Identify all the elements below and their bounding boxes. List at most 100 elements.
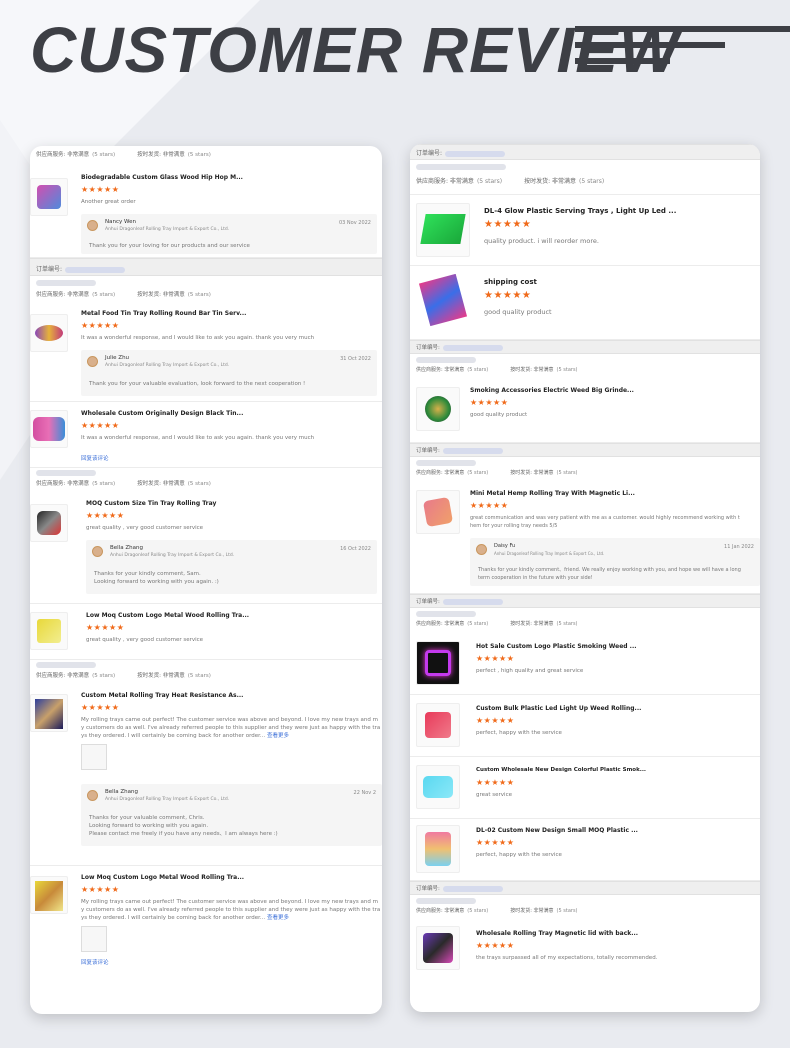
review-comment: It was a wonderful response, and I would…	[81, 435, 315, 441]
product-name[interactable]: Smoking Accessories Electric Weed Big Gr…	[470, 387, 634, 394]
product-thumbnail[interactable]	[416, 825, 460, 873]
rating-stars: ★★★★★	[484, 290, 532, 301]
product-name[interactable]: Low Moq Custom Logo Metal Wood Rolling T…	[81, 874, 244, 881]
see-more-link[interactable]: 查看更多	[267, 733, 289, 739]
service-row: 供应商服务: 非常满意 (5 stars) 按时发货: 非常满意 (5 stars)	[416, 621, 578, 627]
reply-text: Thanks for your kindly comment, Sam.	[94, 571, 201, 577]
product-name[interactable]: Wholesale Custom Originally Design Black…	[81, 410, 243, 417]
reply-text: Thank you for your valuable evaluation, …	[89, 381, 306, 387]
review-item[interactable]: Low Moq Custom Logo Metal Wood Rolling T…	[30, 604, 382, 660]
review-item[interactable]: DL-02 Custom New Design Small MOQ Plasti…	[410, 819, 760, 881]
product-name[interactable]: DL-02 Custom New Design Small MOQ Plasti…	[476, 827, 638, 834]
title-decoration	[575, 26, 790, 66]
rating-stars: ★★★★★	[81, 885, 120, 894]
review-item[interactable]: Low Moq Custom Logo Metal Wood Rolling T…	[30, 866, 382, 986]
reply-date: 11 Jan 2022	[724, 544, 754, 550]
review-item[interactable]: Metal Food Tin Tray Rolling Round Bar Ti…	[30, 302, 382, 402]
product-thumbnail[interactable]	[416, 490, 460, 534]
rating-stars: ★★★★★	[476, 941, 515, 950]
review-comment: good quality product	[470, 412, 528, 418]
reply-author: Nancy Wen	[105, 219, 136, 225]
product-name[interactable]: Custom Wholesale New Design Colorful Pla…	[476, 767, 646, 773]
service-row: 供应商服务: 非常满意 (5 stars) 按时发货: 非常满意 (5 stars)	[416, 908, 578, 914]
rating-stars: ★★★★★	[86, 511, 125, 520]
avatar	[476, 544, 487, 555]
review-item[interactable]: Smoking Accessories Electric Weed Big Gr…	[410, 379, 760, 443]
product-thumbnail[interactable]	[30, 504, 68, 542]
avatar	[87, 356, 98, 367]
rating-stars: ★★★★★	[81, 185, 120, 194]
product-thumbnail[interactable]	[30, 876, 68, 914]
reply-company: Anhui Dragonleaf Rolling Tray Import & E…	[105, 797, 230, 802]
product-name[interactable]: MOQ Custom Size Tin Tray Rolling Tray	[86, 500, 216, 507]
reply-company: Anhui Dragonleaf Rolling Tray Import & E…	[105, 363, 230, 368]
product-name[interactable]: Hot Sale Custom Logo Plastic Smoking Wee…	[476, 643, 637, 650]
rating-stars: ★★★★★	[470, 398, 509, 407]
product-thumbnail[interactable]	[416, 641, 460, 685]
product-thumbnail[interactable]	[30, 694, 68, 732]
review-comment: It was a wonderful response, and I would…	[81, 335, 315, 341]
product-thumbnail[interactable]	[30, 612, 68, 650]
product-name[interactable]: Custom Bulk Plastic Led Light Up Weed Ro…	[476, 705, 641, 712]
product-name[interactable]: Custom Metal Rolling Tray Heat Resistanc…	[81, 692, 243, 699]
product-name[interactable]: Biodegradable Custom Glass Wood Hip Hop …	[81, 174, 243, 181]
review-photo[interactable]	[81, 926, 107, 952]
review-comment: My rolling trays came out perfect! The c…	[81, 899, 378, 905]
right-review-panel[interactable]: 订单编号: 供应商服务: 非常满意 (5 stars) 按时发货: 非常满意 (5 s…	[410, 144, 760, 1012]
rating-stars: ★★★★★	[81, 703, 120, 712]
product-thumbnail[interactable]	[416, 203, 470, 257]
review-comment: perfect , high quality and great service	[476, 668, 584, 674]
order-header: 订单编号:	[410, 594, 760, 608]
review-item[interactable]: shipping cost ★★★★★ good quality product	[410, 266, 760, 340]
review-item[interactable]: Wholesale Rolling Tray Magnetic lid with…	[410, 920, 760, 980]
review-item[interactable]: Mini Metal Hemp Rolling Tray With Magnet…	[410, 482, 760, 594]
product-thumbnail[interactable]	[416, 387, 460, 431]
reply-review-link[interactable]: 回复该评论	[81, 958, 109, 966]
review-item[interactable]: Hot Sale Custom Logo Plastic Smoking Wee…	[410, 633, 760, 695]
product-thumbnail[interactable]	[416, 703, 460, 747]
review-photo[interactable]	[81, 744, 107, 770]
reply-date: 03 Nov 2022	[338, 220, 371, 226]
product-name[interactable]: DL-4 Glow Plastic Serving Trays , Light …	[484, 207, 676, 215]
product-name[interactable]: Mini Metal Hemp Rolling Tray With Magnet…	[470, 490, 635, 497]
review-comment: good quality product	[484, 308, 552, 316]
rating-stars: ★★★★★	[476, 838, 515, 847]
reply-date: 22 Nov 2	[353, 790, 376, 796]
order-header: 订单编号:	[410, 881, 760, 895]
product-name[interactable]: Metal Food Tin Tray Rolling Round Bar Ti…	[81, 310, 246, 317]
review-comment: ys they ordered. I will certainly be com…	[81, 915, 289, 921]
product-thumbnail[interactable]	[30, 314, 68, 352]
reply-author: Daisy Fu	[494, 543, 516, 549]
review-item[interactable]: Custom Wholesale New Design Colorful Pla…	[410, 757, 760, 819]
reply-review-link[interactable]: 回复该评论	[81, 454, 109, 462]
reply-text: Thank you for your loving for our produc…	[89, 243, 250, 249]
product-thumbnail[interactable]	[416, 274, 470, 328]
order-header: 订单编号:	[410, 144, 760, 160]
review-comment: My rolling trays came out perfect! The c…	[81, 717, 378, 723]
service-row: 供应商服务: 非常满意 (5 stars) 按时发货: 非常满意 (5 stars)	[36, 152, 211, 158]
review-item[interactable]: DL-4 Glow Plastic Serving Trays , Light …	[410, 194, 760, 266]
review-item[interactable]: Wholesale Custom Originally Design Black…	[30, 402, 382, 468]
seller-reply: Daisy Fu Anhui Dragonleaf Rolling Tray I…	[470, 538, 760, 586]
product-thumbnail[interactable]	[416, 765, 460, 809]
product-name[interactable]: Wholesale Rolling Tray Magnetic lid with…	[476, 930, 638, 937]
review-item[interactable]: Custom Metal Rolling Tray Heat Resistanc…	[30, 684, 382, 866]
reply-text: Thanks for your kindly comment、friend. W…	[478, 567, 741, 573]
product-name[interactable]: shipping cost	[484, 278, 537, 286]
product-thumbnail[interactable]	[30, 410, 68, 448]
review-comment: Another great order	[81, 199, 136, 205]
avatar	[87, 790, 98, 801]
avatar	[92, 546, 103, 557]
rating-stars: ★★★★★	[81, 321, 120, 330]
review-item[interactable]: MOQ Custom Size Tin Tray Rolling Tray ★★…	[30, 492, 382, 604]
review-item[interactable]: Biodegradable Custom Glass Wood Hip Hop …	[30, 164, 382, 258]
product-name[interactable]: Low Moq Custom Logo Metal Wood Rolling T…	[86, 612, 249, 619]
review-comment: y customers do as well. I've already ref…	[81, 725, 381, 731]
review-comment: hem for your rolling tray needs 5/5	[470, 523, 558, 529]
product-thumbnail[interactable]	[416, 926, 460, 970]
reply-company: Anhui Dragonleaf Rolling Tray Import & E…	[494, 551, 605, 556]
left-review-panel[interactable]: 供应商服务: 非常满意 (5 stars) 按时发货: 非常满意 (5 stars) …	[30, 146, 382, 1014]
see-more-link[interactable]: 查看更多	[267, 915, 289, 921]
review-item[interactable]: Custom Bulk Plastic Led Light Up Weed Ro…	[410, 695, 760, 757]
product-thumbnail[interactable]	[30, 178, 68, 216]
